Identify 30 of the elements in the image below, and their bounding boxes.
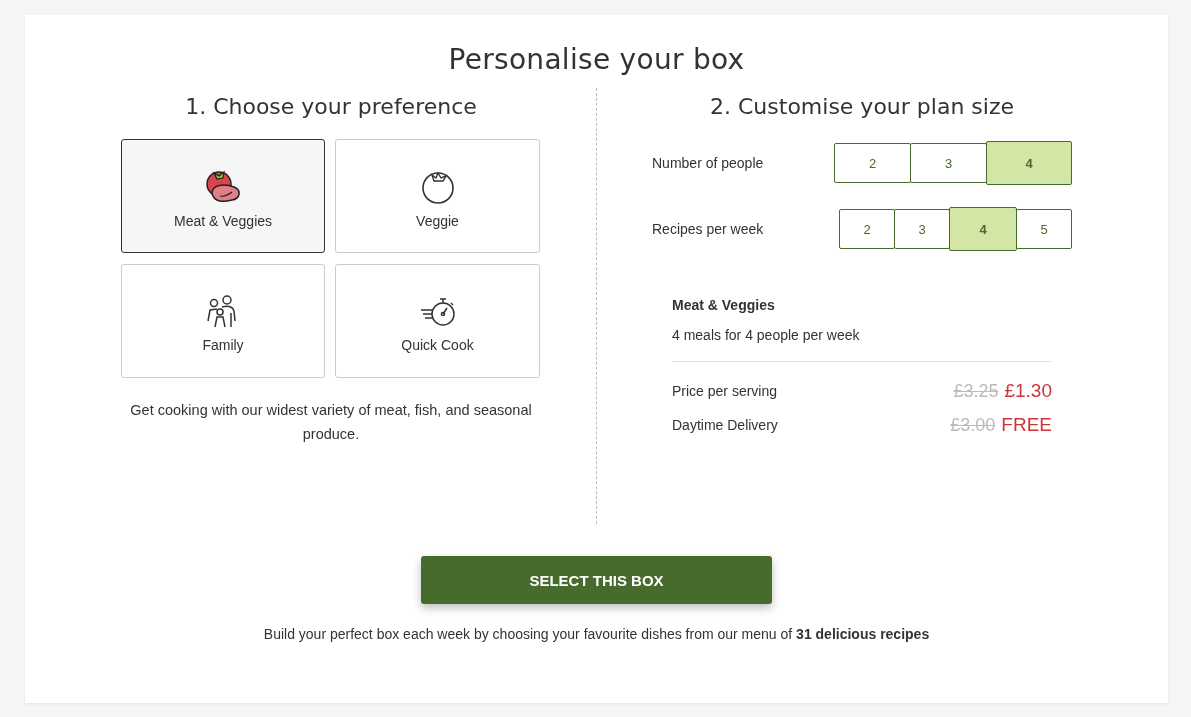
page-title: Personalise your box [448,43,745,76]
plan-meals: 4 meals for 4 people per week [672,327,861,343]
old-price: £3.25 [953,381,999,401]
size-option-button[interactable]: 2 [839,209,895,249]
tomato-meat-icon [204,169,242,205]
footer-text: Build your perfect box each week by choosing your favourite dishes from our menu of 31 delicious recipes [263,626,930,642]
stopwatch-icon [418,295,457,329]
new-price: FREE [1001,414,1052,435]
preference-tile[interactable]: Family [121,264,325,378]
price-label: Price per serving [672,383,778,399]
size-option-button[interactable]: 4 [986,141,1072,185]
select-box-button[interactable]: SELECT THIS BOX [421,556,772,604]
option-label: Recipes per week [652,221,765,237]
size-option-button[interactable]: 4 [949,207,1017,251]
preference-tile[interactable]: Meat & Veggies [121,139,325,253]
tomato-icon [419,169,456,205]
plan-name: Meat & Veggies [672,297,776,313]
preference-tile[interactable]: Veggie [335,139,540,253]
section-heading: 2. Customise your plan size [709,94,1015,119]
new-price: £1.30 [1004,380,1052,401]
preference-tile[interactable]: Quick Cook [335,264,540,378]
old-price: £3.00 [950,415,996,435]
price-label: Daytime Delivery [672,417,778,433]
size-option-button[interactable]: 2 [834,143,911,183]
section-heading: 1. Choose your preference [184,94,478,119]
size-option-button[interactable]: 5 [1016,209,1072,249]
preference-description: Get cooking with our widest variety of meat, fish, and seasonal produce. [129,401,533,444]
size-option-button[interactable]: 3 [910,143,987,183]
option-label: Number of people [652,155,765,171]
size-option-button[interactable]: 3 [894,209,950,249]
